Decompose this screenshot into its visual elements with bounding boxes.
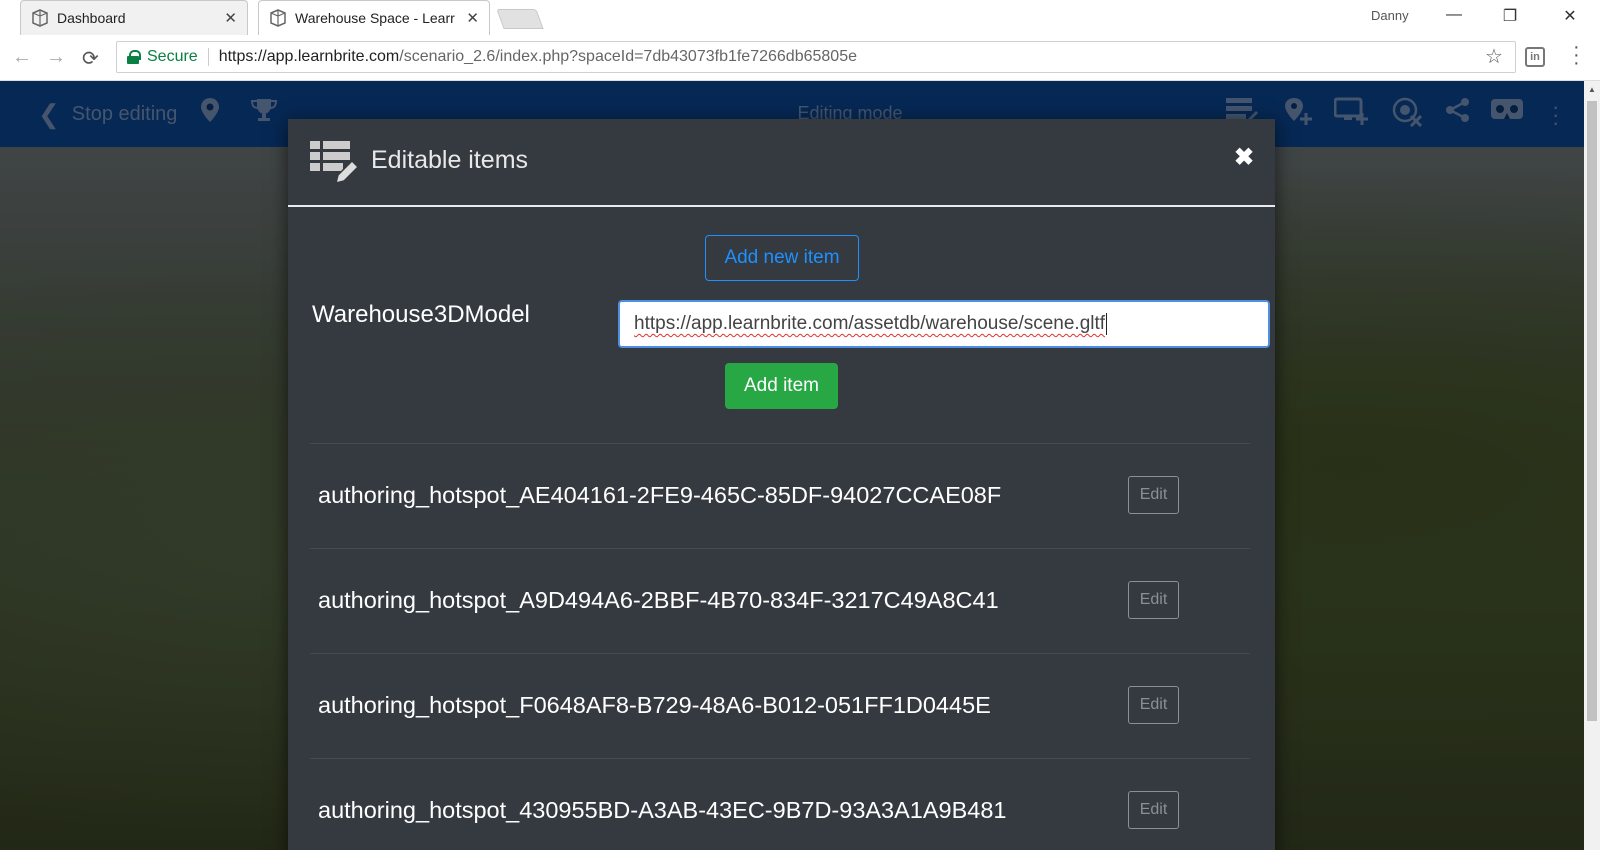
list-item: authoring_hotspot_F0648AF8-B729-48A6-B01… <box>310 653 1250 758</box>
tab-dashboard[interactable]: Dashboard ✕ <box>20 0 248 35</box>
item-url-input[interactable]: https://app.learnbrite.com/assetdb/wareh… <box>618 300 1270 348</box>
back-arrow-icon[interactable]: ← <box>12 46 32 69</box>
modal-title: Editable items <box>371 146 529 174</box>
text-caret <box>1106 313 1108 335</box>
close-tab-icon[interactable]: ✕ <box>224 9 237 27</box>
forward-arrow-icon[interactable]: → <box>46 46 66 69</box>
reload-icon[interactable]: ⟳ <box>82 46 99 71</box>
learnbrite-favicon-icon <box>31 9 49 27</box>
bookmark-star-icon[interactable]: ☆ <box>1485 44 1503 69</box>
browser-menu-icon[interactable]: · · · <box>1573 37 1580 73</box>
list-item: authoring_hotspot_430955BD-A3AB-43EC-9B7… <box>310 758 1250 850</box>
list-item: authoring_hotspot_A9D494A6-2BBF-4B70-834… <box>310 548 1250 653</box>
address-bar[interactable]: Secure https://app.learnbrite.com/scenar… <box>116 41 1516 73</box>
tab-warehouse-space[interactable]: Warehouse Space - Learr ✕ <box>258 0 490 35</box>
item-name: authoring_hotspot_AE404161-2FE9-465C-85D… <box>318 482 1002 508</box>
learnbrite-favicon-icon <box>269 9 287 27</box>
profile-name[interactable]: Danny <box>1371 8 1409 23</box>
add-new-item-button[interactable]: Add new item <box>705 235 859 281</box>
browser-toolbar: ← → ⟳ Secure https://app.learnbrite.com /… <box>0 35 1600 81</box>
minimize-icon[interactable]: — <box>1440 6 1468 24</box>
modal-header: Editable items ✖ <box>288 119 1275 207</box>
lock-icon <box>127 50 141 64</box>
add-item-button[interactable]: Add item <box>725 363 838 409</box>
item-name: authoring_hotspot_430955BD-A3AB-43EC-9B7… <box>318 797 1007 823</box>
window-close-icon[interactable]: ✕ <box>1556 6 1584 26</box>
edit-button[interactable]: Edit <box>1128 791 1179 829</box>
list-item: authoring_hotspot_AE404161-2FE9-465C-85D… <box>310 443 1250 548</box>
item-url-value: https://app.learnbrite.com/assetdb/wareh… <box>634 313 1106 334</box>
browser-tab-strip: Dashboard ✕ Warehouse Space - Learr ✕ Da… <box>0 0 1600 35</box>
scene-background: ❮ Stop editing Editing mode · · · Editab… <box>0 81 1584 850</box>
new-item-name: Warehouse3DModel <box>312 301 530 328</box>
editable-items-list: authoring_hotspot_AE404161-2FE9-465C-85D… <box>310 443 1250 850</box>
editable-list-icon <box>310 141 360 190</box>
edit-button[interactable]: Edit <box>1128 581 1179 619</box>
edit-button[interactable]: Edit <box>1128 686 1179 724</box>
scroll-up-arrow-icon[interactable]: ▲ <box>1588 85 1596 94</box>
url-path: /scenario_2.6/index.php?spaceId=7db43073… <box>399 48 857 65</box>
close-tab-icon[interactable]: ✕ <box>466 9 479 27</box>
secure-label: Secure <box>147 48 209 66</box>
item-name: authoring_hotspot_A9D494A6-2BBF-4B70-834… <box>318 587 999 613</box>
item-name: authoring_hotspot_F0648AF8-B729-48A6-B01… <box>318 692 991 718</box>
editable-items-modal: Editable items ✖ Add new item Warehouse3… <box>288 119 1275 850</box>
tab-title: Dashboard <box>57 10 126 26</box>
scrollbar-thumb[interactable] <box>1587 101 1597 721</box>
restore-icon[interactable]: ❐ <box>1496 6 1524 26</box>
url-host: https://app.learnbrite.com <box>218 48 400 65</box>
close-icon[interactable]: ✖ <box>1234 143 1254 172</box>
linkedin-extension-icon[interactable]: in <box>1525 47 1545 67</box>
page-scrollbar[interactable]: ▲ <box>1584 81 1600 850</box>
new-tab-button[interactable] <box>496 9 544 29</box>
edit-button[interactable]: Edit <box>1128 476 1179 514</box>
tab-title: Warehouse Space - Learr <box>295 10 455 26</box>
